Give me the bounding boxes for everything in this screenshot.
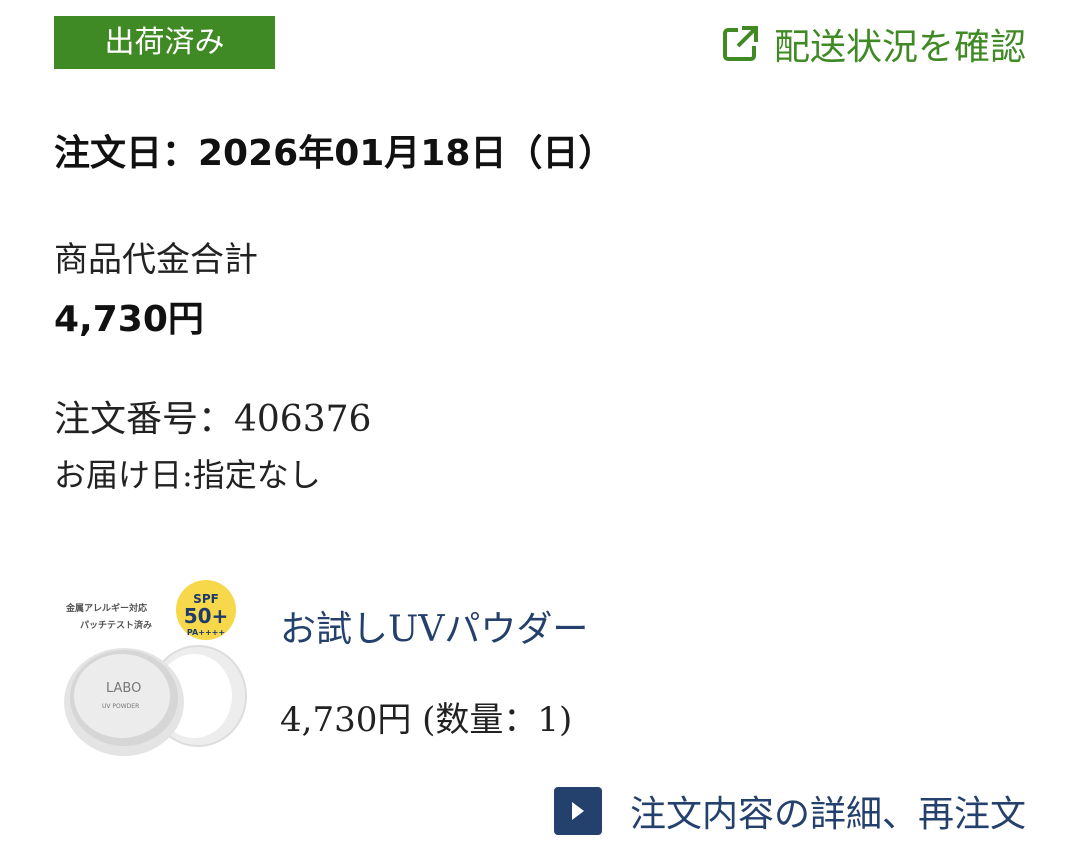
brand-mark: LABO	[106, 681, 141, 696]
product-name-link[interactable]: お試しUVパウダー	[280, 600, 588, 652]
order-detail-label: 注文内容の詳細、再注文	[629, 794, 1026, 835]
pa-label: PA++++	[187, 628, 225, 637]
play-icon	[553, 787, 602, 835]
product-price: 4,730円 (数量：1)	[280, 700, 573, 740]
delivery-date: お届け日:指定なし	[54, 456, 321, 494]
status-badge: 出荷済み	[54, 16, 275, 69]
order-date: 注文日：2026年01月18日（日）	[54, 133, 615, 174]
order-number: 注文番号：406376	[54, 399, 372, 440]
product-mark: UV POWDER	[102, 703, 139, 710]
spf-value: 50+	[184, 604, 229, 628]
product-thumbnail[interactable]: 金属アレルギー対応 パッチテスト済み SPF 50+ PA++++ LABO U…	[58, 578, 248, 758]
order-detail-link[interactable]: 注文内容の詳細、再注文	[553, 785, 1026, 837]
tracking-link[interactable]: 配送状況を確認	[720, 18, 1026, 70]
thumbnail-caption-1: 金属アレルギー対応	[65, 602, 147, 614]
subtotal-value: 4,730円	[54, 299, 204, 340]
thumbnail-caption-2: パッチテスト済み	[80, 619, 152, 631]
external-link-icon	[720, 24, 760, 64]
subtotal-label: 商品代金合計	[54, 240, 258, 280]
tracking-link-label: 配送状況を確認	[773, 27, 1026, 68]
